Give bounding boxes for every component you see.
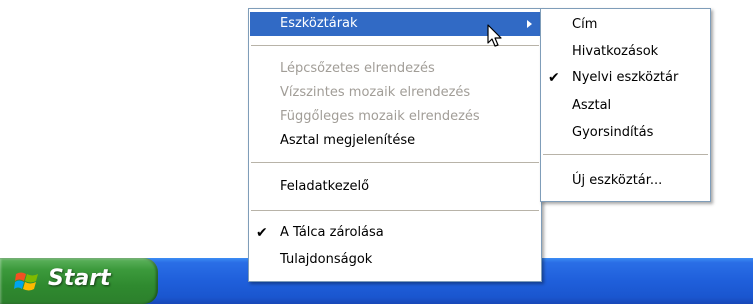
menu-item-cascade[interactable]: Lépcsőzetes elrendezés [250,57,540,81]
submenu-item-links[interactable]: Hivatkozások [542,40,709,64]
submenu-item-language-bar[interactable]: ✔ Nyelvi eszköztár [542,66,709,90]
checkmark-icon: ✔ [256,225,268,241]
menu-item-label: Asztal megjelenítése [280,133,416,148]
toolbars-submenu: Cím Hivatkozások ✔ Nyelvi eszköztár Aszt… [540,8,711,202]
menu-item-label: Tulajdonságok [280,252,373,267]
start-button[interactable]: Start [0,258,158,304]
submenu-arrow-icon [527,20,532,28]
menu-item-tile-vertically[interactable]: Függőleges mozaik elrendezés [250,105,540,129]
menu-item-label: Cím [572,17,598,32]
submenu-item-desktop[interactable]: Asztal [542,94,709,118]
menu-separator [251,162,539,163]
menu-item-label: Függőleges mozaik elrendezés [280,109,480,124]
menu-item-label: Lépcsőzetes elrendezés [280,61,435,76]
menu-item-label: Új eszköztár... [572,173,663,188]
mouse-pointer-icon [487,24,502,47]
menu-item-label: A Tálca zárolása [280,225,384,240]
menu-item-label: Feladatkezelő [280,179,370,194]
windows-logo-icon [14,272,38,291]
menu-item-properties[interactable]: Tulajdonságok [250,248,540,272]
menu-item-task-manager[interactable]: Feladatkezelő [250,175,540,199]
menu-item-label: Eszköztárak [280,16,358,31]
submenu-item-address[interactable]: Cím [542,13,709,37]
menu-separator [543,154,708,155]
menu-item-tile-horizontally[interactable]: Vízszintes mozaik elrendezés [250,81,540,105]
submenu-item-quick-launch[interactable]: Gyorsindítás [542,121,709,145]
menu-item-label: Hivatkozások [572,44,659,59]
menu-item-label: Nyelvi eszköztár [572,70,679,85]
menu-item-lock-taskbar[interactable]: ✔ A Tálca zárolása [250,221,540,245]
menu-item-label: Vízszintes mozaik elrendezés [280,85,471,100]
start-label: Start [48,266,111,291]
checkmark-icon: ✔ [548,70,560,86]
submenu-item-new-toolbar[interactable]: Új eszköztár... [542,169,709,193]
menu-separator [251,210,539,211]
menu-item-label: Gyorsindítás [572,125,654,140]
menu-item-label: Asztal [572,98,612,113]
menu-item-show-desktop[interactable]: Asztal megjelenítése [250,129,540,153]
